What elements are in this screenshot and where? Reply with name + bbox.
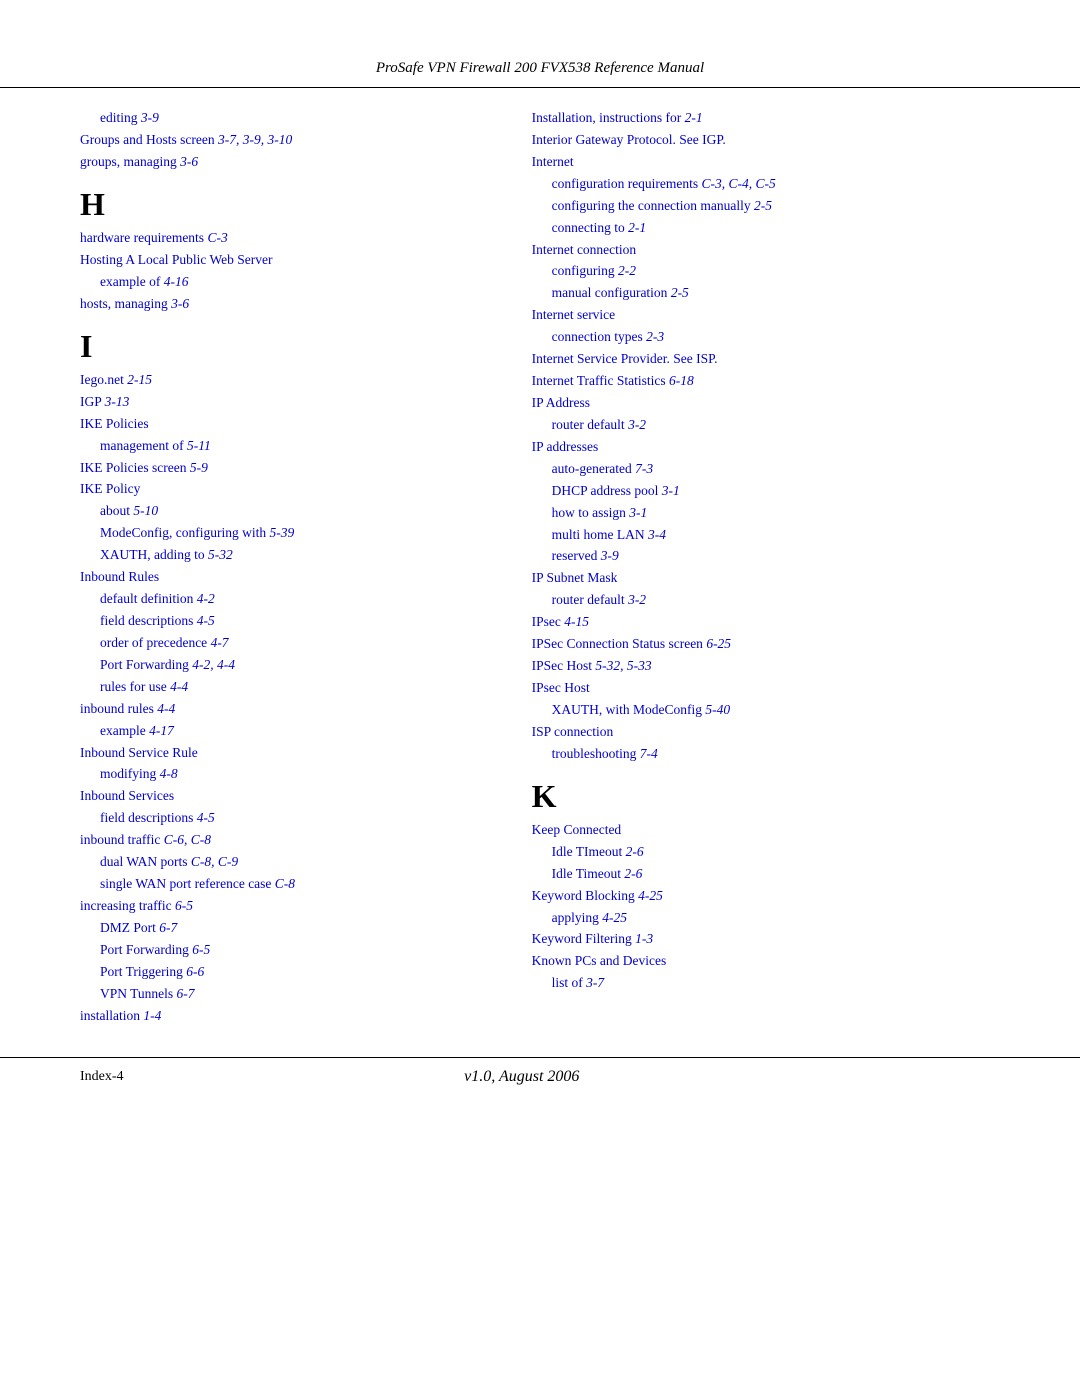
entry-inbound-services: Inbound Services bbox=[80, 786, 492, 807]
entry-increasing-traffic-dmz: DMZ Port 6-7 bbox=[80, 918, 492, 939]
section-h-label: H bbox=[80, 187, 492, 222]
entry-ipsec: IPsec 4-15 bbox=[532, 612, 1000, 633]
page-header: ProSafe VPN Firewall 200 FVX538 Referenc… bbox=[0, 0, 1080, 88]
entry-inbound-services-field: field descriptions 4-5 bbox=[80, 808, 492, 829]
footer-index-label: Index-4 bbox=[80, 1069, 124, 1085]
entry-ip-addresses: IP addresses bbox=[532, 437, 1000, 458]
entry-isp-see: Internet Service Provider. See ISP. bbox=[532, 349, 1000, 370]
entry-internet-configuring-manually: configuring the connection manually 2-5 bbox=[532, 196, 1000, 217]
entry-ike-policy-about: about 5-10 bbox=[80, 501, 492, 522]
entry-internet-service: Internet service bbox=[532, 305, 1000, 326]
entry-inbound-service-rule-modifying: modifying 4-8 bbox=[80, 764, 492, 785]
entry-hosting-example: example of 4-16 bbox=[80, 272, 492, 293]
entry-ip-addresses-assign: how to assign 3-1 bbox=[532, 503, 1000, 524]
entry-ip-addresses-reserved: reserved 3-9 bbox=[532, 546, 1000, 567]
entry-ipsec-connection-status: IPSec Connection Status screen 6-25 bbox=[532, 634, 1000, 655]
footer-version-label: v1.0, August 2006 bbox=[124, 1068, 920, 1086]
entry-increasing-traffic-portfwd: Port Forwarding 6-5 bbox=[80, 940, 492, 961]
entry-groups-hosts-screen: Groups and Hosts screen 3-7, 3-9, 3-10 bbox=[80, 130, 492, 151]
entry-ike-policy-modeconfig: ModeConfig, configuring with 5-39 bbox=[80, 523, 492, 544]
entry-internet-service-types: connection types 2-3 bbox=[532, 327, 1000, 348]
entry-known-pcs: Known PCs and Devices bbox=[532, 951, 1000, 972]
entry-inbound-rules-portfwd: Port Forwarding 4-2, 4-4 bbox=[80, 655, 492, 676]
entry-internet: Internet bbox=[532, 152, 1000, 173]
entry-iegonet: Iego.net 2-15 bbox=[80, 370, 492, 391]
entry-ip-subnet-mask: IP Subnet Mask bbox=[532, 568, 1000, 589]
right-column: Installation, instructions for 2-1 Inter… bbox=[522, 108, 1000, 1027]
entry-internet-config-req: configuration requirements C-3, C-4, C-5 bbox=[532, 174, 1000, 195]
entry-inbound-rules-field: field descriptions 4-5 bbox=[80, 611, 492, 632]
entry-installation: installation 1-4 bbox=[80, 1006, 492, 1027]
entry-keyword-filtering: Keyword Filtering 1-3 bbox=[532, 929, 1000, 950]
entry-ipsec-host2: IPsec Host bbox=[532, 678, 1000, 699]
entry-internet-connection-configuring: configuring 2-2 bbox=[532, 261, 1000, 282]
entry-ip-subnet-mask-router: router default 3-2 bbox=[532, 590, 1000, 611]
entry-inbound-rules: Inbound Rules bbox=[80, 567, 492, 588]
entry-inbound-rules-default: default definition 4-2 bbox=[80, 589, 492, 610]
entry-installation-instructions: Installation, instructions for 2-1 bbox=[532, 108, 1000, 129]
entry-known-pcs-list: list of 3-7 bbox=[532, 973, 1000, 994]
entry-internet-connection-manual: manual configuration 2-5 bbox=[532, 283, 1000, 304]
entry-increasing-traffic-porttrig: Port Triggering 6-6 bbox=[80, 962, 492, 983]
entry-ip-addresses-multihome: multi home LAN 3-4 bbox=[532, 525, 1000, 546]
left-column: editing 3-9 Groups and Hosts screen 3-7,… bbox=[80, 108, 522, 1027]
entry-editing: editing 3-9 bbox=[80, 108, 492, 129]
entry-isp-troubleshooting: troubleshooting 7-4 bbox=[532, 744, 1000, 765]
content-area: editing 3-9 Groups and Hosts screen 3-7,… bbox=[0, 88, 1080, 1027]
entry-ike-policies: IKE Policies bbox=[80, 414, 492, 435]
entry-ip-address-router-default: router default 3-2 bbox=[532, 415, 1000, 436]
page-footer: Index-4 v1.0, August 2006 bbox=[0, 1057, 1080, 1096]
entry-groups-managing: groups, managing 3-6 bbox=[80, 152, 492, 173]
entry-hosting-web-server: Hosting A Local Public Web Server bbox=[80, 250, 492, 271]
entry-ipsec-host: IPSec Host 5-32, 5-33 bbox=[532, 656, 1000, 677]
entry-inbound-traffic-dual: dual WAN ports C-8, C-9 bbox=[80, 852, 492, 873]
entry-inbound-rules-order: order of precedence 4-7 bbox=[80, 633, 492, 654]
entry-keyword-blocking-applying: applying 4-25 bbox=[532, 908, 1000, 929]
entry-ip-addresses-dhcp: DHCP address pool 3-1 bbox=[532, 481, 1000, 502]
entry-keep-connected: Keep Connected bbox=[532, 820, 1000, 841]
entry-isp-connection: ISP connection bbox=[532, 722, 1000, 743]
entry-inbound-rules-lower: inbound rules 4-4 bbox=[80, 699, 492, 720]
entry-keep-connected-idle-timeout1: Idle TImeout 2-6 bbox=[532, 842, 1000, 863]
section-k-label: K bbox=[532, 779, 1000, 814]
entry-ip-address: IP Address bbox=[532, 393, 1000, 414]
entry-inbound-service-rule: Inbound Service Rule bbox=[80, 743, 492, 764]
entry-inbound-rules-example: example 4-17 bbox=[80, 721, 492, 742]
entry-inbound-traffic: inbound traffic C-6, C-8 bbox=[80, 830, 492, 851]
entry-ike-policies-screen: IKE Policies screen 5-9 bbox=[80, 458, 492, 479]
entry-internet-traffic-stats: Internet Traffic Statistics 6-18 bbox=[532, 371, 1000, 392]
entry-igp-see: Interior Gateway Protocol. See IGP. bbox=[532, 130, 1000, 151]
entry-ike-policy: IKE Policy bbox=[80, 479, 492, 500]
entry-inbound-traffic-single: single WAN port reference case C-8 bbox=[80, 874, 492, 895]
entry-ipsec-host-xauth: XAUTH, with ModeConfig 5-40 bbox=[532, 700, 1000, 721]
header-title: ProSafe VPN Firewall 200 FVX538 Referenc… bbox=[376, 60, 704, 77]
entry-increasing-traffic: increasing traffic 6-5 bbox=[80, 896, 492, 917]
entry-igp: IGP 3-13 bbox=[80, 392, 492, 413]
entry-hosts-managing: hosts, managing 3-6 bbox=[80, 294, 492, 315]
entry-inbound-rules-use: rules for use 4-4 bbox=[80, 677, 492, 698]
entry-increasing-traffic-vpn: VPN Tunnels 6-7 bbox=[80, 984, 492, 1005]
entry-ike-policy-xauth: XAUTH, adding to 5-32 bbox=[80, 545, 492, 566]
section-i-label: I bbox=[80, 329, 492, 364]
entry-internet-connecting: connecting to 2-1 bbox=[532, 218, 1000, 239]
entry-keyword-blocking: Keyword Blocking 4-25 bbox=[532, 886, 1000, 907]
entry-ike-policies-management: management of 5-11 bbox=[80, 436, 492, 457]
entry-hardware-requirements: hardware requirements C-3 bbox=[80, 228, 492, 249]
entry-internet-connection: Internet connection bbox=[532, 240, 1000, 261]
entry-keep-connected-idle-timeout2: Idle Timeout 2-6 bbox=[532, 864, 1000, 885]
page: ProSafe VPN Firewall 200 FVX538 Referenc… bbox=[0, 0, 1080, 1397]
entry-ip-addresses-autogen: auto-generated 7-3 bbox=[532, 459, 1000, 480]
